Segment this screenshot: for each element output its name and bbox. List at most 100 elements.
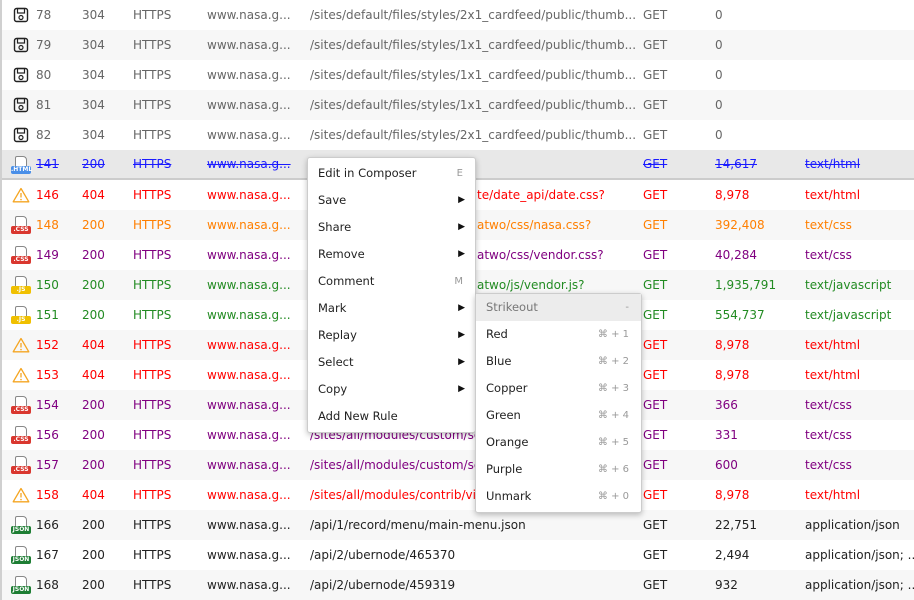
body-size: 14,617 (715, 157, 757, 171)
mark-item-blue[interactable]: Blue ⌘ + 2 (476, 348, 641, 375)
content-type: text/html (805, 488, 861, 502)
mark-item-red[interactable]: Red ⌘ + 1 (476, 321, 641, 348)
method: GET (643, 338, 668, 352)
table-row[interactable]: 79 304 HTTPS www.nasa.g... /sites/default/fi… (2, 30, 914, 60)
save-icon (10, 30, 32, 60)
status-code: 200 (82, 398, 105, 412)
warning-icon (10, 360, 32, 390)
menu-item-label: Edit in Composer (318, 166, 417, 180)
context-menu-item-select[interactable]: Select ▶ (308, 349, 475, 376)
body-size: 40,284 (715, 248, 757, 262)
request-id: 158 (36, 488, 59, 502)
host: www.nasa.g... (207, 188, 291, 202)
body-size: 600 (715, 458, 738, 472)
js-file-icon: .JS (10, 300, 32, 330)
host: www.nasa.g... (207, 98, 291, 112)
context-menu-item-comment[interactable]: Comment M (308, 268, 475, 295)
table-row[interactable]: JSON 167 200 HTTPS www.nasa.g... /api/2/ubern… (2, 540, 914, 570)
shortcut-hint: ⌘ + 3 (597, 383, 629, 394)
mark-item-green[interactable]: Green ⌘ + 4 (476, 402, 641, 429)
menu-item-label: Blue (486, 354, 512, 368)
host: www.nasa.g... (207, 38, 291, 52)
submenu-arrow-icon: ▶ (458, 195, 465, 205)
request-id: 153 (36, 368, 59, 382)
protocol: HTTPS (133, 458, 172, 472)
context-menu-item-share[interactable]: Share ▶ (308, 214, 475, 241)
shortcut-hint: ⌘ + 6 (597, 464, 629, 475)
menu-item-label: Strikeout (486, 300, 538, 314)
menu-item-label: Copy (318, 382, 348, 396)
request-id: 149 (36, 248, 59, 262)
context-menu-item-add-new-rule[interactable]: Add New Rule (308, 403, 475, 430)
mark-item-purple[interactable]: Purple ⌘ + 6 (476, 456, 641, 483)
host: www.nasa.g... (207, 338, 291, 352)
host: www.nasa.g... (207, 248, 291, 262)
context-menu-item-replay[interactable]: Replay ▶ (308, 322, 475, 349)
method: GET (643, 248, 668, 262)
submenu-arrow-icon: ▶ (458, 384, 465, 394)
host: www.nasa.g... (207, 518, 291, 532)
method: GET (643, 398, 668, 412)
mark-item-orange[interactable]: Orange ⌘ + 5 (476, 429, 641, 456)
menu-item-label: Select (318, 355, 354, 369)
content-type: text/css (805, 428, 852, 442)
table-row[interactable]: JSON 166 200 HTTPS www.nasa.g... /api/1/recor… (2, 510, 914, 540)
json-file-icon: JSON (10, 510, 32, 540)
mark-item-copper[interactable]: Copper ⌘ + 3 (476, 375, 641, 402)
menu-item-label: Comment (318, 274, 375, 288)
js-file-icon: .JS (10, 270, 32, 300)
submenu-arrow-icon: ▶ (458, 249, 465, 259)
menu-item-label: Orange (486, 435, 529, 449)
method: GET (643, 368, 668, 382)
host: www.nasa.g... (207, 488, 291, 502)
body-size: 366 (715, 398, 738, 412)
table-row[interactable]: JSON 168 200 HTTPS www.nasa.g... /api/2/ubern… (2, 570, 914, 600)
protocol: HTTPS (133, 518, 172, 532)
mark-item-unmark[interactable]: Unmark ⌘ + 0 (476, 483, 641, 510)
body-size: 0 (715, 128, 723, 142)
table-row[interactable]: 80 304 HTTPS www.nasa.g... /sites/default/fi… (2, 60, 914, 90)
context-menu-item-save[interactable]: Save ▶ (308, 187, 475, 214)
protocol: HTTPS (133, 218, 172, 232)
context-menu-item-remove[interactable]: Remove ▶ (308, 241, 475, 268)
table-row[interactable]: .CSS 157 200 HTTPS www.nasa.g... /sites/all/m… (2, 450, 914, 480)
context-menu-item-mark[interactable]: Mark ▶ (308, 295, 475, 322)
warning-icon (10, 480, 32, 510)
url-path: /sites/default/files/styles/1x1_cardfeed… (310, 98, 637, 112)
context-menu-item-copy[interactable]: Copy ▶ (308, 376, 475, 403)
request-id: 150 (36, 278, 59, 292)
status-code: 200 (82, 578, 105, 592)
host: www.nasa.g... (207, 8, 291, 22)
request-id: 152 (36, 338, 59, 352)
request-id: 154 (36, 398, 59, 412)
shortcut-hint: ⌘ + 0 (597, 491, 629, 502)
shortcut-hint: ⌘ + 1 (597, 329, 629, 340)
method: GET (643, 488, 668, 502)
method: GET (643, 458, 668, 472)
menu-item-label: Copper (486, 381, 528, 395)
method: GET (643, 578, 668, 592)
table-row[interactable]: 158 404 HTTPS www.nasa.g... /sites/all/modul… (2, 480, 914, 510)
context-menu-item-edit-in-composer[interactable]: Edit in Composer E (308, 160, 475, 187)
body-size: 8,978 (715, 488, 750, 502)
body-size: 0 (715, 38, 723, 52)
menu-item-label: Replay (318, 328, 357, 342)
status-code: 404 (82, 338, 105, 352)
protocol: HTTPS (133, 398, 172, 412)
status-code: 304 (82, 98, 105, 112)
content-type: text/css (805, 248, 852, 262)
mark-submenu: Strikeout - Red ⌘ + 1 Blue ⌘ + 2 Copper ⌘ + 3 Gr… (475, 293, 642, 513)
status-code: 304 (82, 68, 105, 82)
body-size: 8,978 (715, 368, 750, 382)
method: GET (643, 38, 668, 52)
table-row[interactable]: 81 304 HTTPS www.nasa.g... /sites/default/fi… (2, 90, 914, 120)
status-code: 200 (82, 428, 105, 442)
table-row[interactable]: 82 304 HTTPS www.nasa.g... /sites/default/fi… (2, 120, 914, 150)
host: www.nasa.g... (207, 398, 291, 412)
method: GET (643, 157, 668, 171)
body-size: 932 (715, 578, 738, 592)
menu-item-label: Unmark (486, 489, 532, 503)
protocol: HTTPS (133, 8, 172, 22)
content-type: text/html (805, 338, 861, 352)
table-row[interactable]: 78 304 HTTPS www.nasa.g... /sites/default/fi… (2, 0, 914, 30)
